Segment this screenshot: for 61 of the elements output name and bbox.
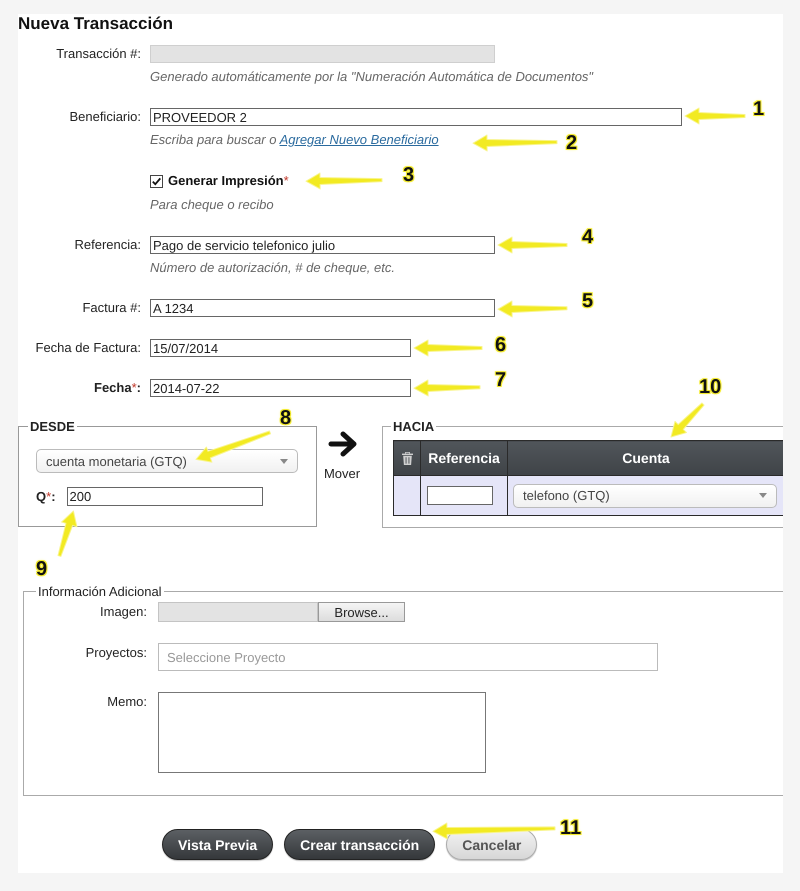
field-label: Factura #:	[82, 300, 141, 316]
amount-label: Q*:	[36, 488, 56, 504]
right-arrow-icon	[328, 431, 356, 457]
memo-field[interactable]	[158, 692, 486, 773]
column-header: Referencia	[420, 440, 508, 476]
help-text: Generado automáticamente por la "Numeración Automática de Documentos"	[150, 69, 594, 85]
callout-number: 9	[36, 559, 48, 579]
field-label: Fecha de Factura:	[36, 340, 141, 356]
panel-legend: DESDE	[28, 419, 77, 434]
field-label: Imagen:	[100, 603, 147, 620]
amount-field[interactable]: 200	[66, 487, 263, 506]
callout-arrow	[413, 339, 483, 357]
page-title: Nueva Transacción	[18, 14, 173, 34]
callout-number: 2	[566, 133, 578, 153]
field-label: Memo:	[107, 693, 147, 710]
callout-number: 5	[582, 291, 594, 311]
action-button[interactable]: Vista Previa	[162, 829, 274, 860]
file-name-field[interactable]	[158, 602, 318, 622]
callout-number: 7	[495, 370, 506, 390]
callout-arrow	[684, 107, 746, 125]
callout-arrow	[497, 300, 568, 318]
field-label: Proyectos:	[86, 644, 147, 661]
callout-number: 3	[403, 165, 414, 185]
help-text: Número de autorización, # de cheque, etc.	[150, 260, 395, 276]
date-field[interactable]: 15/07/2014	[150, 339, 411, 357]
callout-number: 8	[280, 408, 292, 428]
date-field[interactable]: 2014-07-22	[150, 379, 411, 397]
reference-field[interactable]	[427, 486, 493, 505]
account-select[interactable]: telefono (GTQ)	[513, 484, 777, 508]
callout-number: 10	[699, 377, 722, 397]
panel-legend: HACIA	[391, 419, 436, 434]
callout-number: 11	[560, 818, 582, 838]
lookup-field[interactable]: PROVEEDOR 2	[150, 108, 682, 126]
column-header: Cuenta	[508, 440, 783, 476]
project-select[interactable]: Seleccione Proyecto	[158, 643, 658, 671]
help-text: Escriba para buscar o Agregar Nuevo Beneficiario	[150, 132, 439, 148]
callout-arrow	[56, 510, 78, 558]
callout-arrow	[497, 236, 568, 254]
help-text: Para cheque o recibo	[150, 197, 274, 213]
input-field[interactable]: Pago de servicio telefonico julio	[150, 236, 495, 254]
caret-icon	[280, 458, 288, 464]
move-label: Mover	[324, 466, 360, 482]
action-button[interactable]: Crear transacción	[284, 829, 436, 860]
callout-number: 1	[753, 99, 764, 119]
field-label: Referencia:	[74, 237, 141, 253]
callout-arrow	[670, 402, 706, 438]
callout-number: 4	[582, 227, 594, 247]
account-select[interactable]: cuenta monetaria (GTQ)	[36, 449, 298, 473]
callout-number: 6	[495, 335, 506, 355]
field-label: Beneficiario:	[69, 109, 141, 125]
callout-arrow	[413, 378, 482, 397]
caret-icon	[759, 493, 767, 498]
panel-legend: Información Adicional	[36, 584, 164, 599]
checkbox-label: Generar Impresión*	[168, 173, 289, 189]
trash-icon[interactable]	[402, 452, 412, 464]
field-label: Fecha*:	[94, 380, 141, 396]
checkbox[interactable]	[150, 174, 163, 188]
add-payee-link[interactable]: Agregar Nuevo Beneficiario	[280, 132, 439, 147]
field-label: Transacción #:	[56, 46, 141, 62]
browse-button[interactable]: Browse...	[318, 602, 405, 622]
input-field[interactable]: A 1234	[150, 299, 495, 317]
